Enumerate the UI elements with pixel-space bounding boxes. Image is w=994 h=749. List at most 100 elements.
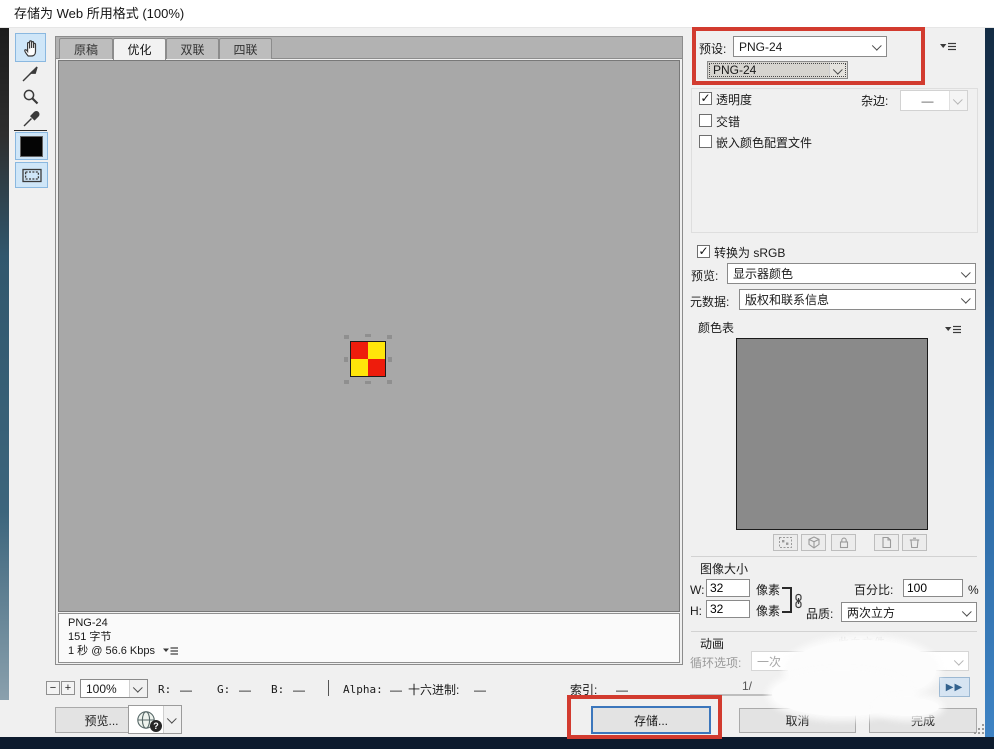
embed-profile-label: 嵌入颜色配置文件 xyxy=(716,136,812,150)
preset-label: 预设: xyxy=(699,42,726,56)
artwork-image[interactable] xyxy=(350,341,386,377)
eyedropper-tool-button[interactable] xyxy=(17,108,44,130)
save-button[interactable]: 存储... xyxy=(591,706,711,734)
tab-optimized[interactable]: 优化 xyxy=(113,38,166,60)
title-bar: 存储为 Web 所用格式 (100%) xyxy=(0,0,994,28)
height-field[interactable] xyxy=(706,600,750,618)
done-button[interactable]: 完成 xyxy=(869,708,977,733)
alpha-label: Alpha: xyxy=(343,683,383,697)
interlaced-checkbox[interactable] xyxy=(699,114,712,127)
preview-panel: 原稿 优化 双联 四联 PNG-24 151 字节 1 秒 @ 56.6 Kbp… xyxy=(55,36,683,665)
quality-chevron[interactable] xyxy=(959,603,976,621)
browser-select[interactable]: ? xyxy=(128,705,182,734)
selection-handle[interactable] xyxy=(387,380,392,384)
cube-icon xyxy=(807,536,821,549)
slice-select-tool-button[interactable] xyxy=(17,63,44,85)
fast-forward-icon: ▶▶ xyxy=(946,682,963,693)
convert-srgb-label: 转换为 sRGB xyxy=(714,246,785,260)
zoom-in-button[interactable]: + xyxy=(61,681,75,695)
chevron-down-icon xyxy=(962,606,972,616)
width-field[interactable] xyxy=(706,579,750,597)
color-table-area[interactable] xyxy=(736,338,928,530)
eyedropper-icon xyxy=(21,109,41,129)
web-shift-button xyxy=(801,534,826,551)
delete-color-button xyxy=(902,534,927,551)
metadata-label: 元数据: xyxy=(690,295,729,309)
window-title: 存储为 Web 所用格式 (100%) xyxy=(14,7,184,21)
preview-mode-chevron[interactable] xyxy=(958,264,975,283)
toggle-slices-visibility-button[interactable] xyxy=(15,162,48,188)
frame-counter: 1/ xyxy=(742,679,752,693)
info-menu-icon[interactable] xyxy=(163,646,178,656)
selection-handle[interactable] xyxy=(344,357,348,362)
optimized-canvas[interactable] xyxy=(58,60,680,612)
tab-original[interactable]: 原稿 xyxy=(59,38,113,59)
metadata-select[interactable]: 版权和联系信息 xyxy=(739,289,976,310)
metadata-chevron[interactable] xyxy=(958,290,975,309)
selection-handle[interactable] xyxy=(365,381,371,384)
r-value: — xyxy=(180,683,192,697)
chain-link-icon[interactable] xyxy=(793,593,804,609)
quality-value: 两次立方 xyxy=(847,604,959,621)
animation-header: 动画 xyxy=(700,637,724,651)
metadata-value: 版权和联系信息 xyxy=(745,291,958,308)
browser-select-chevron[interactable] xyxy=(163,706,181,733)
interlaced-label: 交错 xyxy=(716,115,740,129)
lock-icon xyxy=(837,536,851,549)
hand-tool-button[interactable] xyxy=(15,33,46,62)
slice-select-icon xyxy=(20,64,42,84)
height-label: H: xyxy=(690,604,702,618)
convert-srgb-checkbox[interactable] xyxy=(697,245,710,258)
transparency-label: 透明度 xyxy=(716,93,752,107)
zoom-level-chevron[interactable] xyxy=(129,680,147,697)
preview-mode-select[interactable]: 显示器颜色 xyxy=(727,263,976,284)
percent-label: 百分比: xyxy=(854,583,893,597)
chevron-down-icon xyxy=(961,294,971,304)
resize-grip[interactable] xyxy=(972,722,986,736)
tab-4up[interactable]: 四联 xyxy=(219,38,272,59)
magnifier-icon xyxy=(21,87,41,107)
selection-handle[interactable] xyxy=(344,335,349,339)
chevron-down-icon xyxy=(954,655,964,665)
index-value: — xyxy=(616,683,628,697)
b-label: B: xyxy=(271,683,284,697)
panel-menu-icon[interactable] xyxy=(939,41,957,52)
checker-cell-red-tl xyxy=(351,342,368,359)
width-label: W: xyxy=(690,583,704,597)
format-chevron[interactable] xyxy=(829,62,847,78)
r-label: R: xyxy=(158,683,171,697)
lock-color-button xyxy=(831,534,856,551)
chevron-down-icon xyxy=(953,95,963,105)
selection-handle[interactable] xyxy=(344,380,349,384)
selection-handle[interactable] xyxy=(365,334,371,337)
preview-mode-label: 预览: xyxy=(691,269,718,283)
embed-profile-checkbox[interactable] xyxy=(699,135,712,148)
next-frame-button[interactable]: ▶▶ xyxy=(939,677,970,697)
quality-label: 品质: xyxy=(806,607,833,621)
selection-handle[interactable] xyxy=(388,357,392,362)
cancel-button[interactable]: 取消 xyxy=(739,708,856,733)
percent-field[interactable] xyxy=(903,579,963,597)
transparency-checkbox[interactable] xyxy=(699,92,712,105)
tab-2up[interactable]: 双联 xyxy=(166,38,219,59)
selection-handle[interactable] xyxy=(387,335,392,339)
optimized-format: PNG-24 xyxy=(68,616,679,630)
matte-chevron xyxy=(949,91,967,110)
desktop-strip-bottom xyxy=(0,737,994,749)
chevron-down-icon xyxy=(961,268,971,278)
zoom-level-select[interactable]: 100% xyxy=(80,679,148,698)
optimize-info-strip: PNG-24 151 字节 1 秒 @ 56.6 Kbps xyxy=(58,613,680,663)
eyedropper-color-swatch[interactable] xyxy=(15,132,48,160)
zoom-tool-button[interactable] xyxy=(17,86,44,108)
quality-select[interactable]: 两次立方 xyxy=(841,602,977,622)
matte-select: — xyxy=(900,90,968,111)
color-table-menu-icon[interactable] xyxy=(944,324,962,335)
zoom-out-button[interactable]: − xyxy=(46,681,60,695)
preset-chevron[interactable] xyxy=(869,37,886,56)
new-page-icon xyxy=(880,536,893,549)
browser-help-badge: ? xyxy=(150,720,162,732)
chevron-down-icon xyxy=(872,41,882,51)
format-select[interactable]: PNG-24 xyxy=(707,61,848,79)
preset-select[interactable]: PNG-24 xyxy=(733,36,887,57)
toolbar-divider xyxy=(14,130,47,131)
